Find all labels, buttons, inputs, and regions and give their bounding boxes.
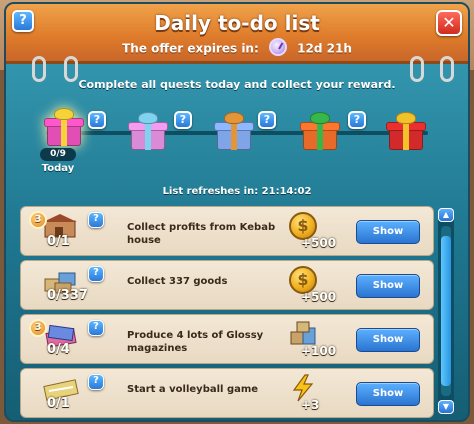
quest-progress: 0/1 <box>47 396 70 411</box>
gift-icon-day1[interactable] <box>44 108 84 146</box>
quest-description: Produce 4 lots of Glossy magazines <box>127 330 264 354</box>
reward-amount: +100 <box>301 344 337 358</box>
quest-help-button[interactable]: ? <box>88 320 104 336</box>
offer-expiry: The offer expires in: 12d 21h <box>6 38 468 58</box>
refresh-timer: List refreshes in: 21:14:02 <box>6 186 468 197</box>
window-title: Daily to-do list <box>154 11 320 35</box>
quest-row: 0/337? Collect 337 goods $ +500 Show <box>20 260 434 310</box>
scroll-up-button[interactable]: ▲ <box>438 208 454 222</box>
show-button[interactable]: Show <box>356 220 420 244</box>
reward-amount: +500 <box>301 290 337 304</box>
help-icon-day2[interactable]: ? <box>174 111 192 129</box>
gift-icon-day4[interactable] <box>300 112 340 150</box>
quest-row: 0/1? Start a volleyball game +3 Show <box>20 368 434 418</box>
show-button[interactable]: Show <box>356 382 420 406</box>
quest-row: 3 0/1? Collect profits from Kebab house $ +5… <box>20 206 434 256</box>
expires-label: The offer expires in: <box>122 41 259 56</box>
progress-counter: 0/9 <box>40 148 76 161</box>
help-icon-day3[interactable]: ? <box>258 111 276 129</box>
gift-icon-day5[interactable] <box>386 112 426 150</box>
quest-description: Collect profits from Kebab house <box>127 222 276 246</box>
scroll-track[interactable] <box>441 226 451 396</box>
quest-description: Start a volleyball game <box>127 384 259 395</box>
scroll-thumb[interactable] <box>441 236 451 386</box>
show-button[interactable]: Show <box>356 328 420 352</box>
daily-todo-window: ? Daily to-do list The offer expires in:… <box>4 2 470 422</box>
tier-badge: 3 <box>29 319 47 337</box>
quest-progress: 0/337 <box>47 288 88 303</box>
quest-list: 3 0/1? Collect profits from Kebab house $ +5… <box>20 206 434 418</box>
clock-icon <box>268 38 287 56</box>
help-icon-day4[interactable]: ? <box>348 111 366 129</box>
quest-help-button[interactable]: ? <box>88 374 104 390</box>
scroll-down-button[interactable]: ▼ <box>438 400 454 414</box>
show-button[interactable]: Show <box>356 274 420 298</box>
close-button[interactable]: ✕ <box>436 10 462 36</box>
refresh-label: List refreshes in: <box>162 186 259 197</box>
quest-progress: 0/4 <box>47 342 70 357</box>
expires-value: 12d 21h <box>297 41 352 56</box>
quest-description: Collect 337 goods <box>127 276 228 287</box>
help-icon-day1[interactable]: ? <box>88 111 106 129</box>
window-header: ? Daily to-do list The offer expires in:… <box>6 4 468 64</box>
instructions-text: Complete all quests today and collect yo… <box>78 78 396 91</box>
reward-amount: +500 <box>301 236 337 250</box>
tier-badge: 3 <box>29 211 47 229</box>
reward-amount: +3 <box>301 398 320 412</box>
quest-help-button[interactable]: ? <box>88 266 104 282</box>
refresh-time: 21:14:02 <box>261 186 312 197</box>
quest-row: 3 0/4? Produce 4 lots of Glossy magazines +… <box>20 314 434 364</box>
today-label: Today <box>41 163 75 174</box>
gift-icon-day3[interactable] <box>214 112 254 150</box>
quest-help-button[interactable]: ? <box>88 212 104 228</box>
gift-icon-day2[interactable] <box>128 112 168 150</box>
quest-progress: 0/1 <box>47 234 70 249</box>
scrollbar[interactable]: ▲ ▼ <box>438 208 454 414</box>
